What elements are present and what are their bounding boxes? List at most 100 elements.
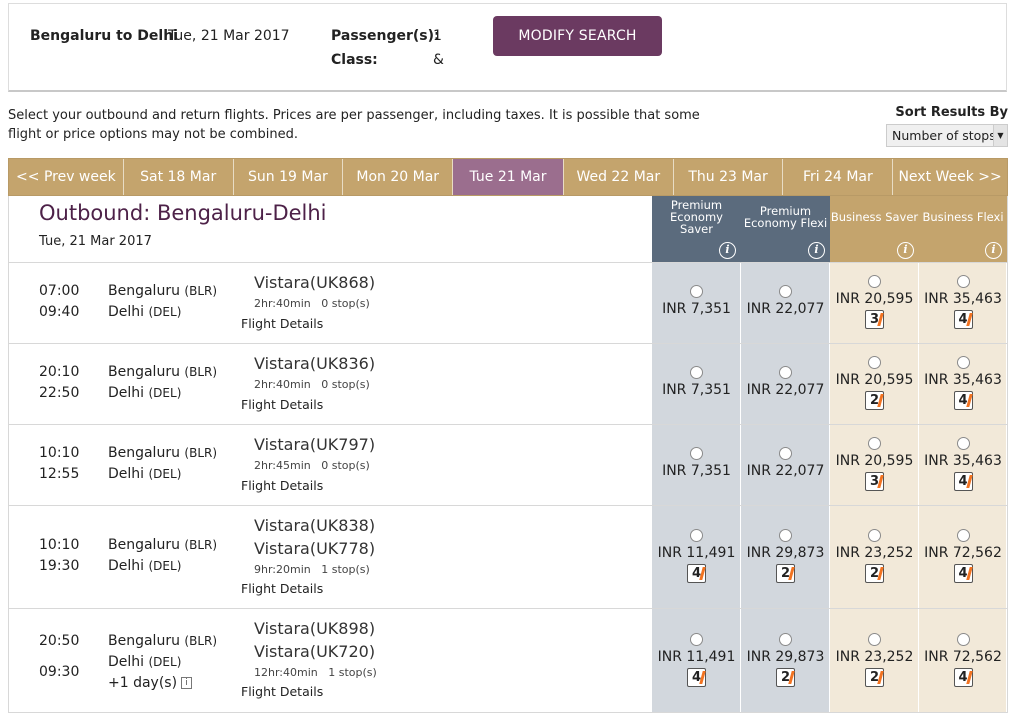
arrival-time: 12:55: [39, 466, 80, 482]
date-tab[interactable]: Thu 23 Mar: [674, 159, 784, 195]
date-tab[interactable]: Mon 20 Mar: [343, 159, 454, 195]
duration-text: 2hr:40min: [254, 378, 311, 391]
fare-option: INR 35,463 4: [919, 437, 1007, 491]
fare-radio[interactable]: [779, 285, 792, 298]
origin-city: Bengaluru (BLR): [108, 443, 217, 464]
departure-time: 10:10: [39, 537, 80, 553]
flight-times: 07:00 09:40: [39, 281, 79, 323]
fare-radio[interactable]: [779, 447, 792, 460]
origin-city-code: (BLR): [184, 365, 218, 379]
fare-radio[interactable]: [868, 356, 881, 369]
seats-left-badge: 2: [865, 668, 884, 687]
destination-city-name: Delhi: [108, 385, 145, 401]
origin-city-name: Bengaluru: [108, 364, 180, 380]
dropdown-arrow-icon: ▼: [993, 125, 1007, 146]
destination-city-name: Delhi: [108, 466, 145, 482]
fare-option: INR 35,463 4: [919, 275, 1007, 329]
flight-number: Vistara(UK720): [254, 642, 376, 661]
seats-left-badge: 4: [953, 472, 973, 491]
sort-select[interactable]: Number of stops ▼: [886, 124, 1008, 147]
flight-row: 10:10 19:30 Bengaluru (BLR) Delhi (DEL) Vist…: [9, 505, 1007, 608]
fare-option: INR 22,077: [742, 447, 830, 479]
date-tab[interactable]: Fri 24 Mar: [783, 159, 894, 195]
date-tab[interactable]: Wed 22 Mar: [564, 159, 674, 195]
arrival-time: 19:30: [39, 558, 80, 574]
info-icon[interactable]: i: [719, 242, 736, 259]
flight-details-link[interactable]: Flight Details: [241, 684, 323, 699]
results-grid: Outbound: Bengaluru-Delhi Tue, 21 Mar 20…: [8, 196, 1008, 713]
flight-duration: 12hr:40min 1 stop(s): [254, 666, 377, 679]
date-tab[interactable]: Tue 21 Mar: [453, 159, 564, 195]
flight-row: 07:00 09:40 Bengaluru (BLR) Delhi (DEL) Vist…: [9, 262, 1007, 343]
departure-time: 07:00: [39, 283, 80, 299]
fare-option: INR 20,595 3: [831, 275, 919, 329]
flight-details-link[interactable]: Flight Details: [241, 397, 323, 412]
date-tab[interactable]: Sun 19 Mar: [234, 159, 344, 195]
fare-radio[interactable]: [690, 366, 703, 379]
sort-selected-value: Number of stops: [892, 128, 996, 143]
fare-radio[interactable]: [690, 529, 703, 542]
fare-radio[interactable]: [956, 529, 970, 542]
next-day-label: +1 day(s): [108, 675, 178, 691]
flight-details-link[interactable]: Flight Details: [241, 478, 323, 493]
fare-radio[interactable]: [779, 366, 792, 379]
flight-number: Vistara(UK838): [254, 516, 376, 535]
seats-left-badge: 4: [953, 564, 973, 583]
flight-details-link[interactable]: Flight Details: [241, 316, 323, 331]
fare-radio[interactable]: [956, 275, 970, 288]
fare-radio[interactable]: [779, 529, 792, 542]
next-week-button[interactable]: Next Week >>: [893, 159, 1007, 195]
fare-price: INR 7,351: [662, 382, 731, 398]
info-icon[interactable]: i: [808, 242, 825, 259]
fare-radio[interactable]: [779, 633, 792, 646]
info-icon[interactable]: i: [985, 242, 1002, 259]
departure-time: 20:50: [39, 633, 80, 649]
flight-number: Vistara(UK836): [254, 354, 376, 373]
route-label: Bengaluru to Delhi: [30, 28, 178, 44]
seats-left-badge: 2: [776, 668, 795, 687]
fare-price: INR 23,252: [835, 649, 914, 665]
flight-row: 20:50 09:30 Bengaluru (BLR) Delhi (DEL) +1 d…: [9, 608, 1007, 712]
flight-times: 10:10 12:55: [39, 443, 79, 485]
fare-radio[interactable]: [690, 447, 703, 460]
flight-details-link[interactable]: Flight Details: [241, 581, 323, 596]
fare-radio[interactable]: [868, 633, 881, 646]
fare-option: INR 23,252 2: [831, 633, 919, 687]
flight-times: 20:10 22:50: [39, 362, 79, 404]
fare-column-header: Business Flexi i: [919, 196, 1007, 262]
flight-cities: Bengaluru (BLR) Delhi (DEL): [108, 443, 217, 485]
destination-city: Delhi (DEL): [108, 302, 217, 323]
destination-city-code: (DEL): [148, 559, 182, 573]
fare-radio[interactable]: [868, 529, 881, 542]
fare-option: INR 11,491 4: [653, 529, 741, 583]
origin-city-code: (BLR): [184, 634, 218, 648]
fare-column-label: Business Saver: [830, 210, 919, 224]
destination-city: Delhi (DEL): [108, 652, 217, 673]
fare-radio[interactable]: [690, 633, 703, 646]
info-icon[interactable]: i: [897, 242, 914, 259]
prev-week-button[interactable]: << Prev week: [9, 159, 124, 195]
fare-radio[interactable]: [690, 285, 703, 298]
info-icon[interactable]: i: [181, 677, 193, 689]
seats-left-badge: 4: [953, 668, 973, 687]
fare-radio[interactable]: [956, 437, 970, 450]
fare-radio[interactable]: [956, 356, 970, 369]
date-tab[interactable]: Sat 18 Mar: [124, 159, 234, 195]
destination-city: Delhi (DEL): [108, 464, 217, 485]
fare-radio[interactable]: [868, 275, 881, 288]
fare-option: INR 29,873 2: [742, 633, 830, 687]
fare-radio[interactable]: [956, 633, 970, 646]
fare-radio[interactable]: [868, 437, 881, 450]
next-day-indicator: +1 day(s) i: [108, 673, 217, 694]
class-label: Class:: [331, 52, 378, 68]
fare-price: INR 22,077: [746, 301, 825, 317]
flight-cities: Bengaluru (BLR) Delhi (DEL) +1 day(s) i: [108, 631, 217, 694]
seats-left-badge: 4: [953, 391, 973, 410]
class-value: &: [433, 52, 444, 68]
modify-search-button[interactable]: MODIFY SEARCH: [493, 16, 662, 56]
origin-city: Bengaluru (BLR): [108, 281, 217, 302]
flight-cities: Bengaluru (BLR) Delhi (DEL): [108, 362, 217, 404]
fare-price: INR 72,562: [924, 649, 1002, 665]
destination-city-name: Delhi: [108, 304, 145, 320]
destination-city: Delhi (DEL): [108, 383, 217, 404]
